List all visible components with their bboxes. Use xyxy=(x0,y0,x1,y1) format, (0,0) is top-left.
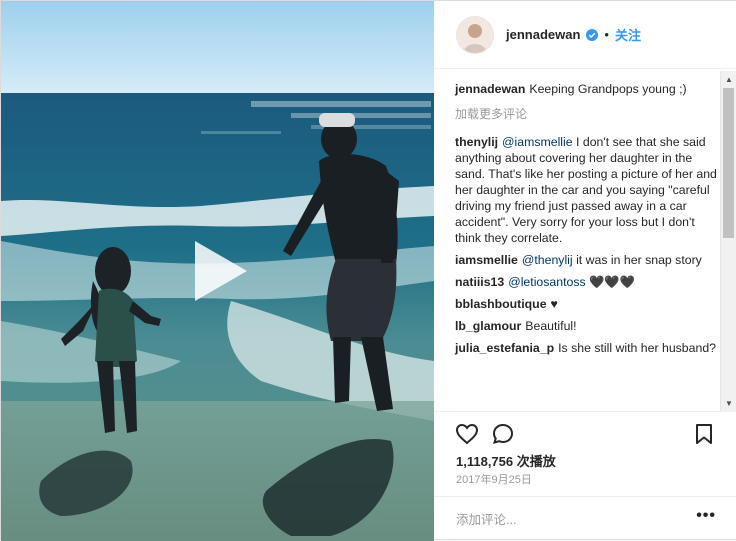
comment-mention[interactable]: @letiosantoss xyxy=(508,275,585,289)
caption: jennadewan Keeping Grandpops young ;) xyxy=(455,81,717,97)
comment-text: I don't see that she said anything about… xyxy=(455,135,717,245)
heart-icon[interactable] xyxy=(455,422,479,446)
comment-text: Is she still with her husband? xyxy=(558,341,717,355)
comment-list: jennadewan Keeping Grandpops young ;) 加载更… xyxy=(455,81,717,362)
load-more-comments[interactable]: 加载更多评论 xyxy=(455,105,717,122)
avatar[interactable] xyxy=(456,15,494,54)
comment-username[interactable]: julia_estefania_p xyxy=(455,341,554,355)
instagram-post-modal: jennadewan • 关注 jennadewan Keeping Grandp… xyxy=(0,0,736,541)
verified-icon xyxy=(586,28,599,41)
post-username[interactable]: jennadewan xyxy=(506,27,580,42)
action-bar xyxy=(434,411,736,452)
list-item: iamsmellie @thenylij it was in her snap s… xyxy=(455,252,717,268)
list-item: natiiis13 @letiosantoss 🖤🖤🖤 xyxy=(455,274,717,290)
follow-button[interactable]: 关注 xyxy=(615,25,641,44)
caption-username[interactable]: jennadewan xyxy=(455,82,525,96)
play-icon[interactable] xyxy=(187,239,251,303)
more-options-icon[interactable]: ••• xyxy=(696,507,716,525)
scroll-down-arrow-icon[interactable]: ▼ xyxy=(721,395,736,411)
comment-text: 🖤🖤🖤 xyxy=(585,275,635,289)
comment-icon[interactable] xyxy=(491,422,515,446)
scrollbar-thumb[interactable] xyxy=(723,88,734,238)
comment-username[interactable]: thenylij xyxy=(455,135,498,149)
comment-username[interactable]: iamsmellie xyxy=(455,253,518,267)
bookmark-icon[interactable] xyxy=(692,422,716,446)
comment-text: it was in her snap story xyxy=(572,253,702,267)
comments-section[interactable]: jennadewan Keeping Grandpops young ;) 加载更… xyxy=(434,71,736,411)
add-comment-bar: 添加评论... ••• xyxy=(434,496,736,538)
comment-text: Beautiful! xyxy=(525,319,577,333)
comment-mention[interactable]: @iamsmellie xyxy=(502,135,573,149)
comments-scrollbar[interactable]: ▲ ▼ xyxy=(720,71,736,411)
comment-text: ♥ xyxy=(550,297,558,311)
post-date[interactable]: 2017年9月25日 xyxy=(456,471,532,487)
post-sidebar: jennadewan • 关注 jennadewan Keeping Grandp… xyxy=(434,1,736,539)
separator-dot: • xyxy=(604,27,609,42)
post-header: jennadewan • 关注 xyxy=(434,1,736,69)
comment-username[interactable]: bblashboutique xyxy=(455,297,547,311)
video-player[interactable] xyxy=(1,1,434,541)
list-item: thenylij @iamsmellie I don't see that she… xyxy=(455,134,717,246)
list-item: bblashboutique ♥ xyxy=(455,296,717,312)
add-comment-input[interactable]: 添加评论... xyxy=(456,509,516,528)
list-item: julia_estefania_p Is she still with her h… xyxy=(455,340,717,356)
scroll-up-arrow-icon[interactable]: ▲ xyxy=(721,71,736,87)
comment-username[interactable]: natiiis13 xyxy=(455,275,504,289)
caption-text: Keeping Grandpops young ;) xyxy=(529,82,687,96)
list-item: lb_glamour Beautiful! xyxy=(455,318,717,334)
comment-username[interactable]: lb_glamour xyxy=(455,319,521,333)
comment-mention[interactable]: @thenylij xyxy=(522,253,573,267)
view-count: 1,118,756 次播放 xyxy=(456,454,556,469)
